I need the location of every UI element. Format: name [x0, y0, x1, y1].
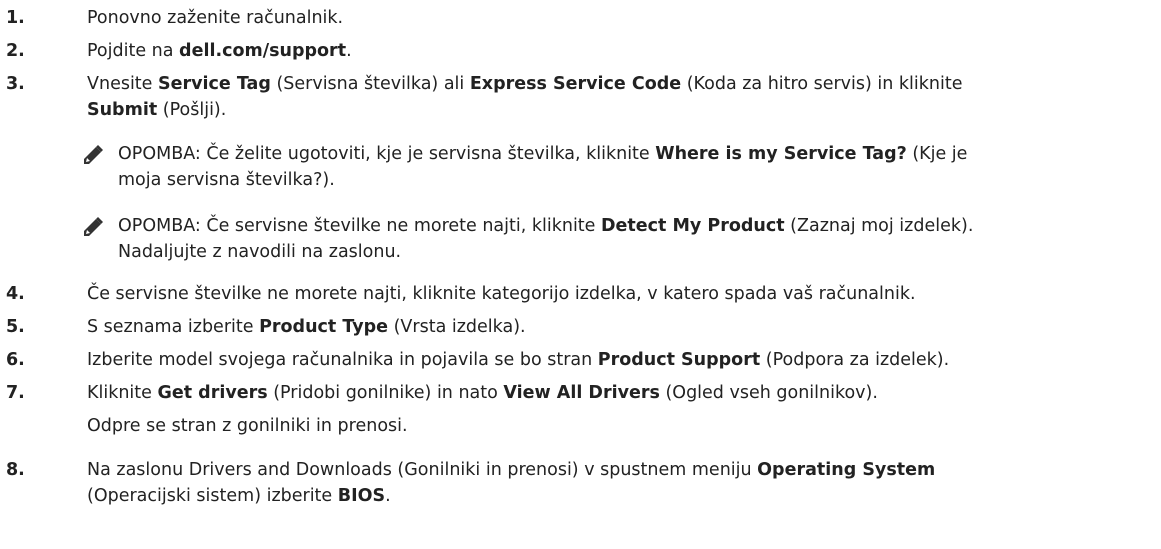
text-run: Express Service Code [469, 74, 682, 94]
step-text: Odpre se stran z gonilniki in prenosi. [87, 413, 408, 439]
text-run: Ponovno zaženite računalnik. [87, 8, 344, 28]
text-run: BIOS [337, 486, 386, 506]
step-text: Kliknite Get drivers (Pridobi gonilnike)… [87, 380, 878, 406]
text-run: (Pridobi gonilnike) in nato [267, 383, 504, 403]
text-run: (Vrsta izdelka). [388, 317, 526, 337]
step-text: Izberite model svojega računalnika in po… [87, 347, 949, 373]
step-text: Pojdite na dell.com/support. [87, 38, 352, 64]
text-run: Service Tag [158, 74, 271, 94]
text-run: (Ogled vseh gonilnikov). [659, 383, 878, 403]
text-run: Če servisne številke ne morete najti, kl… [200, 216, 601, 236]
note-label: OPOMBA: [118, 144, 201, 164]
step-text: Če servisne številke ne morete najti, kl… [87, 281, 916, 307]
text-run: (Pošlji). [157, 100, 227, 120]
text-run: Če želite ugotoviti, kje je servisna šte… [200, 144, 656, 164]
text-run: (Zaznaj moj izdelek). [784, 216, 974, 236]
text-run: Kliknite [87, 383, 158, 403]
text-run: Nadaljujte z navodili na zaslonu. [118, 242, 402, 262]
step-number: 5. [6, 317, 25, 337]
text-run: Odpre se stran z gonilniki in prenosi. [87, 416, 408, 436]
text-run: S seznama izberite [87, 317, 260, 337]
step-number: 1. [6, 8, 25, 28]
text-run: Product Support [597, 350, 761, 370]
note-text: OPOMBA: Če servisne številke ne morete n… [118, 213, 973, 239]
text-run: (Servisna številka) ali [270, 74, 470, 94]
step-number: 2. [6, 41, 25, 61]
text-run: Vnesite [87, 74, 158, 94]
text-run: moja servisna številka?). [118, 170, 335, 190]
text-run: Detect My Product [601, 216, 785, 236]
text-run: (Operacijski sistem) izberite [87, 486, 338, 506]
step-number: 7. [6, 383, 25, 403]
note-label: OPOMBA: [118, 216, 201, 236]
text-run: dell.com/support [179, 41, 347, 61]
step-text: Ponovno zaženite računalnik. [87, 5, 343, 31]
text-run: Operating System [757, 460, 936, 480]
text-run: Product Type [259, 317, 389, 337]
step-number: 4. [6, 284, 25, 304]
note-text: OPOMBA: Če želite ugotoviti, kje je serv… [118, 141, 967, 167]
text-run: Submit [87, 100, 158, 120]
text-run: (Podpora za izdelek). [760, 350, 950, 370]
step-number: 3. [6, 74, 25, 94]
pencil-note-icon [84, 145, 103, 164]
text-run: (Kje je [906, 144, 968, 164]
text-run: . [346, 41, 352, 61]
step-text: (Operacijski sistem) izberite BIOS. [87, 483, 391, 509]
step-text: Submit (Pošlji). [87, 97, 226, 123]
step-text: Na zaslonu Drivers and Downloads (Goniln… [87, 457, 935, 483]
text-run: (Koda za hitro servis) in kliknite [681, 74, 963, 94]
text-run: View All Drivers [503, 383, 660, 403]
text-run: Če servisne številke ne morete najti, kl… [87, 284, 916, 304]
pencil-note-icon [84, 217, 103, 236]
step-text: Vnesite Service Tag (Servisna številka) … [87, 71, 963, 97]
step-number: 8. [6, 460, 25, 480]
text-run: Izberite model svojega računalnika in po… [87, 350, 598, 370]
text-run: Where is my Service Tag? [655, 144, 907, 164]
note-text: moja servisna številka?). [118, 167, 335, 193]
text-run: Na zaslonu Drivers and Downloads (Goniln… [87, 460, 758, 480]
step-text: S seznama izberite Product Type (Vrsta i… [87, 314, 526, 340]
text-run: Pojdite na [87, 41, 180, 61]
step-number: 6. [6, 350, 25, 370]
note-text: Nadaljujte z navodili na zaslonu. [118, 239, 401, 265]
text-run: Get drivers [157, 383, 268, 403]
text-run: . [385, 486, 391, 506]
